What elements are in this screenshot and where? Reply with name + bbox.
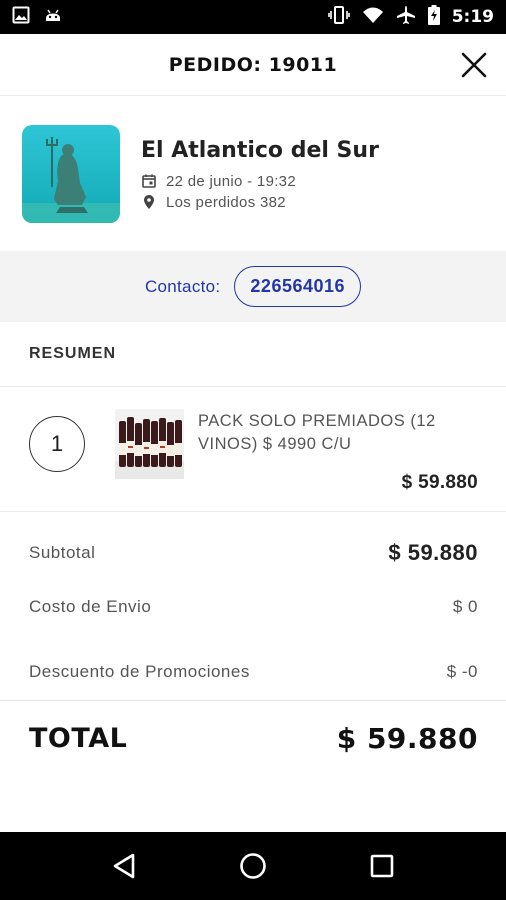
address-text: Los perdidos 382 <box>166 193 286 211</box>
store-address: Los perdidos 382 <box>141 194 379 211</box>
status-bar: 5:19 <box>0 0 506 34</box>
summary-title: RESUMEN <box>29 345 117 362</box>
total-label: TOTAL <box>29 723 128 754</box>
recents-icon <box>370 854 393 878</box>
header: PEDIDO: 19011 <box>0 34 506 96</box>
total-row: TOTAL $ 59.880 <box>29 722 478 755</box>
airplane-icon <box>396 5 416 30</box>
contact-section: Contacto: 226564016 <box>0 251 506 322</box>
clock-text: 5:19 <box>451 7 494 27</box>
store-name: El Atlantico del Sur <box>141 137 379 163</box>
item-quantity: 1 <box>29 416 85 472</box>
navigation-bar <box>0 832 506 900</box>
back-icon <box>114 853 135 879</box>
shipping-label: Costo de Envio <box>29 597 152 616</box>
discount-value: $ -0 <box>446 662 478 681</box>
subtotal-value: $ 59.880 <box>388 540 478 565</box>
image-icon <box>12 6 30 29</box>
contact-label: Contacto: <box>144 276 221 296</box>
shipping-value: $ 0 <box>452 597 478 616</box>
store-logo <box>22 125 120 223</box>
subtotal-label: Subtotal <box>29 543 96 562</box>
close-button[interactable] <box>458 49 490 81</box>
wifi-icon <box>362 6 384 29</box>
order-item-row: 1 PACK SOLO PREMIADOS (12 VINOS) $ 4990 … <box>0 388 506 512</box>
android-icon <box>44 6 62 29</box>
home-icon <box>240 853 266 879</box>
contact-phone-button[interactable]: 226564016 <box>234 266 362 307</box>
battery-charging-icon <box>427 4 440 30</box>
item-price: $ 59.880 <box>401 472 478 493</box>
item-description: PACK SOLO PREMIADOS (12 VINOS) $ 4990 C/… <box>198 412 436 453</box>
discount-row: Descuento de Promociones $ -0 <box>29 662 478 682</box>
location-pin-icon <box>144 195 154 209</box>
divider <box>0 700 506 701</box>
back-button[interactable] <box>104 846 144 886</box>
shipping-row: Costo de Envio $ 0 <box>29 597 478 617</box>
total-value: $ 59.880 <box>336 722 478 755</box>
datetime-text: 22 de junio - 19:32 <box>166 172 296 190</box>
close-icon <box>461 52 487 78</box>
subtotal-row: Subtotal $ 59.880 <box>29 540 478 566</box>
discount-label: Descuento de Promociones <box>29 662 250 681</box>
store-datetime: 22 de junio - 19:32 <box>141 173 379 190</box>
calendar-icon <box>142 174 156 188</box>
order-title: PEDIDO: 19011 <box>168 53 338 76</box>
summary-header: RESUMEN <box>0 322 506 387</box>
vibrate-icon <box>327 5 350 30</box>
recents-button[interactable] <box>362 846 402 886</box>
store-card: El Atlantico del Sur 22 de junio - 19:32… <box>0 97 506 251</box>
product-thumbnail <box>115 409 184 479</box>
home-button[interactable] <box>233 846 273 886</box>
